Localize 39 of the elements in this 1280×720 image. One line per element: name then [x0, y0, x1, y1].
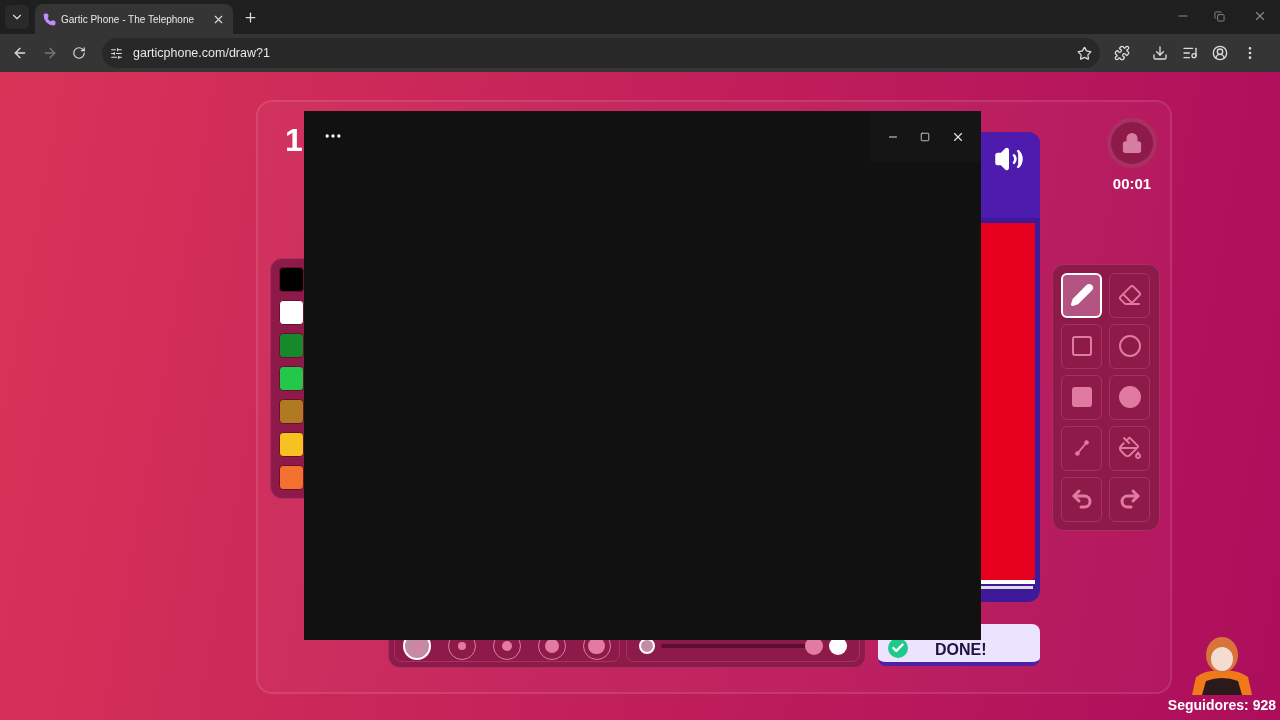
eraser-icon — [1117, 283, 1142, 307]
profile-icon[interactable] — [1212, 45, 1228, 61]
pencil-icon — [1069, 283, 1094, 307]
round-number: 1 — [285, 124, 303, 156]
redo-icon — [1117, 487, 1142, 511]
phone-icon — [43, 12, 56, 26]
color-swatch[interactable] — [279, 300, 304, 325]
maximize-icon[interactable] — [919, 131, 930, 142]
color-swatch[interactable] — [279, 399, 304, 424]
color-swatch[interactable] — [279, 366, 304, 391]
tab-title: Gartic Phone - The Telephone — [61, 12, 196, 27]
reload-icon[interactable] — [72, 46, 86, 60]
lock-icon — [1121, 132, 1143, 154]
site-settings-icon[interactable] — [110, 46, 123, 60]
lock-button[interactable] — [1107, 118, 1157, 168]
browser-tab[interactable]: Gartic Phone - The Telephone — [35, 4, 233, 34]
check-icon — [891, 641, 905, 655]
download-icon[interactable] — [1152, 45, 1168, 61]
address-bar[interactable]: garticphone.com/draw?1 — [102, 38, 1100, 68]
extensions-icon[interactable] — [1114, 45, 1130, 61]
filled-square-icon — [1069, 385, 1094, 409]
paint-bucket-icon — [1117, 436, 1142, 460]
forward-icon[interactable] — [42, 45, 58, 61]
url-text: garticphone.com/draw?1 — [133, 44, 270, 62]
star-icon[interactable] — [1077, 45, 1092, 61]
back-icon[interactable] — [12, 45, 28, 61]
new-tab-icon[interactable] — [243, 10, 258, 25]
circle-outline-icon — [1117, 334, 1142, 358]
restore-icon[interactable] — [1214, 11, 1225, 22]
followers-count: Seguidores: 928 — [1167, 696, 1276, 715]
square-outline-icon — [1069, 334, 1094, 358]
tab-search-button[interactable] — [5, 5, 29, 29]
color-swatch[interactable] — [279, 465, 304, 490]
media-icon[interactable] — [1182, 45, 1198, 61]
timer: 00:01 — [1112, 174, 1152, 194]
color-swatch[interactable] — [279, 267, 304, 292]
filled-circle-icon — [1117, 385, 1142, 409]
color-swatch[interactable] — [279, 432, 304, 457]
color-swatch[interactable] — [279, 333, 304, 358]
